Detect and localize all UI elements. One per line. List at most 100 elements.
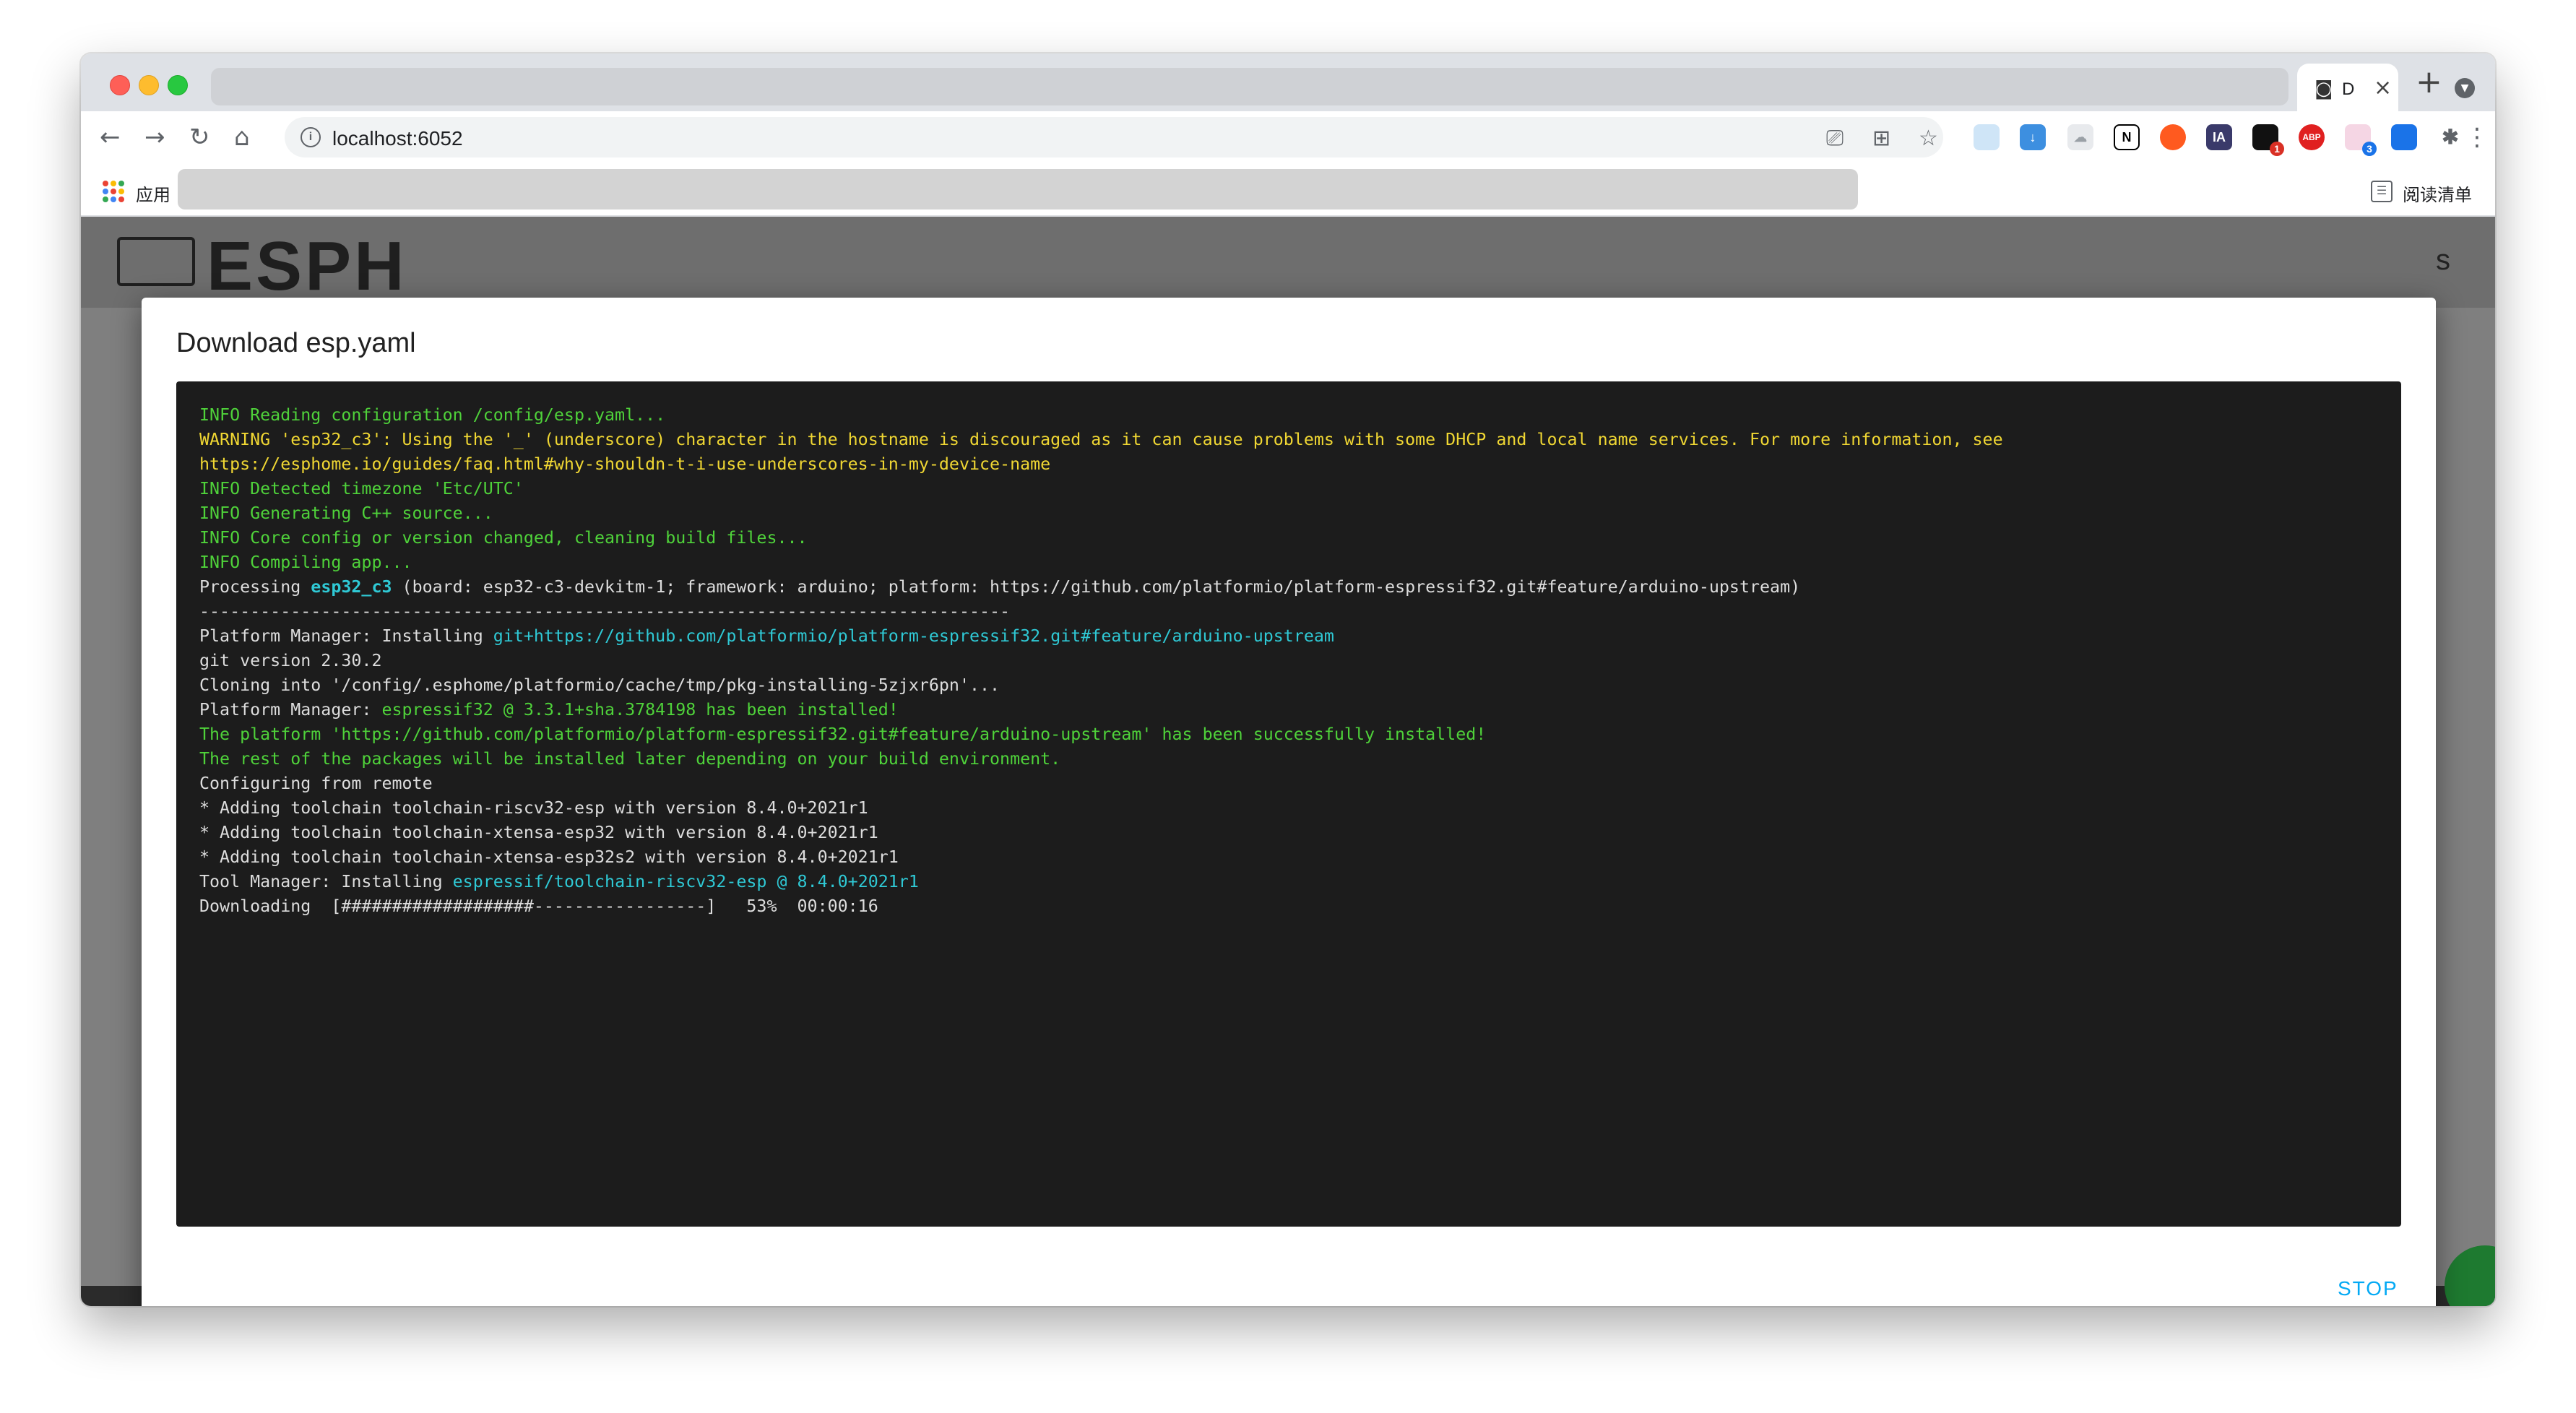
log-segment: Downloading [###################--------…	[199, 896, 878, 916]
log-line: INFO Compiling app...	[199, 550, 2401, 575]
log-segment: Platform Manager: Installing	[199, 626, 493, 646]
bookmarks-bar: 应用 ☰ 阅读清单	[81, 165, 2495, 217]
log-segment: * Adding toolchain toolchain-xtensa-esp3…	[199, 823, 878, 842]
esphome-logo-icon	[117, 237, 195, 286]
log-segment: INFO Reading configuration /config/esp.y…	[199, 405, 666, 425]
tab-audio-icon: ◙	[2314, 78, 2333, 100]
site-info-icon[interactable]: i	[301, 127, 321, 147]
log-segment: Tool Manager: Installing	[199, 872, 453, 891]
log-line: Configuring from remote	[199, 772, 2401, 796]
log-segment: INFO Core config or version changed, cle…	[199, 528, 808, 548]
download-dialog: Download esp.yaml INFO Reading configura…	[142, 298, 2436, 1306]
reload-icon[interactable]: ↻	[189, 121, 210, 153]
log-segment: git version 2.30.2	[199, 651, 382, 670]
log-line: INFO Detected timezone 'Etc/UTC'	[199, 477, 2401, 501]
header-right-text[interactable]: s	[2436, 244, 2450, 277]
app-header: ESPH s	[81, 217, 2495, 308]
fullscreen-window-button[interactable]	[168, 75, 188, 95]
log-line: Cloning into '/config/.esphome/platformi…	[199, 673, 2401, 698]
log-segment: (board: esp32-c3-devkitm-1; framework: a…	[392, 577, 1801, 597]
log-segment: * Adding toolchain toolchain-riscv32-esp…	[199, 798, 868, 818]
log-line: WARNING 'esp32_c3': Using the '_' (under…	[199, 428, 2401, 452]
log-segment: espressif32 @ 3.3.1+sha.3784198 has been…	[381, 700, 899, 720]
extension-blue-icon[interactable]	[2391, 124, 2417, 150]
log-segment: https://esphome.io/guides/faq.html#why-s…	[199, 454, 1051, 474]
log-line: ----------------------------------------…	[199, 600, 2401, 624]
log-line: The rest of the packages will be install…	[199, 747, 2401, 772]
extension-cat-icon[interactable]: 3	[2345, 124, 2377, 156]
tab-close-icon[interactable]: ×	[2374, 75, 2392, 100]
bookmark-star-icon[interactable]: ☆	[1919, 126, 1938, 151]
log-segment: espressif/toolchain-riscv32-esp @ 8.4.0+…	[452, 872, 919, 891]
log-segment: Platform Manager:	[199, 700, 382, 720]
tab-search-icon[interactable]: ▼	[2455, 78, 2475, 98]
tab-active[interactable]: ◙ D ×	[2297, 64, 2398, 111]
log-segment: Processing	[199, 577, 311, 597]
log-line: https://esphome.io/guides/faq.html#why-s…	[199, 452, 2401, 477]
new-tab-button[interactable]: +	[2416, 66, 2442, 98]
log-line: Processing esp32_c3 (board: esp32-c3-dev…	[199, 575, 2401, 600]
address-bar[interactable]: i localhost:6052 ⎚ ⊞ ☆	[285, 117, 1943, 157]
forward-arrow-icon[interactable]: →	[144, 121, 165, 153]
blurred-bookmarks	[178, 169, 1858, 209]
extension-orange-icon[interactable]	[2160, 124, 2186, 150]
reading-list-label[interactable]: 阅读清单	[2403, 181, 2472, 206]
log-line: Downloading [###################--------…	[199, 894, 2401, 919]
close-window-button[interactable]	[110, 75, 130, 95]
log-line: * Adding toolchain toolchain-xtensa-esp3…	[199, 845, 2401, 870]
log-segment: Cloning into '/config/.esphome/platformi…	[199, 675, 1000, 695]
extension-notion-icon[interactable]: N	[2114, 124, 2140, 150]
extension-download-icon[interactable]: ↓	[2020, 124, 2046, 150]
log-segment: * Adding toolchain toolchain-xtensa-esp3…	[199, 847, 899, 867]
dialog-title: Download esp.yaml	[176, 328, 416, 358]
url-text[interactable]: localhost:6052	[332, 127, 463, 150]
log-line: INFO Generating C++ source...	[199, 501, 2401, 526]
log-line: The platform 'https://github.com/platfor…	[199, 722, 2401, 747]
log-segment: ----------------------------------------…	[199, 602, 1011, 621]
home-icon[interactable]: ⌂	[234, 121, 250, 153]
log-segment: WARNING 'esp32_c3': Using the '_' (under…	[199, 430, 2003, 449]
log-line: git version 2.30.2	[199, 649, 2401, 673]
log-line: Platform Manager: Installing git+https:/…	[199, 624, 2401, 649]
stop-button[interactable]: STOP	[2338, 1277, 2398, 1300]
log-line: Platform Manager: espressif32 @ 3.3.1+sh…	[199, 698, 2401, 722]
extension-1-icon[interactable]	[1974, 124, 2000, 150]
log-segment: INFO Generating C++ source...	[199, 504, 493, 523]
tab-title: D	[2342, 79, 2355, 99]
minimize-window-button[interactable]	[139, 75, 159, 95]
qr-code-icon[interactable]: ⊞	[1872, 126, 1890, 151]
browser-toolbar: ← → ↻ ⌂ i localhost:6052 ⎚ ⊞ ☆ ↓ ☁ N IA …	[81, 111, 2495, 165]
log-segment: git+https://github.com/platformio/platfo…	[493, 626, 1334, 646]
log-segment: INFO Compiling app...	[199, 553, 412, 572]
log-segment: Configuring from remote	[199, 774, 433, 793]
back-arrow-icon[interactable]: ←	[100, 121, 121, 153]
reading-list-icon[interactable]: ☰	[2371, 181, 2393, 202]
log-line: INFO Reading configuration /config/esp.y…	[199, 403, 2401, 428]
extension-black-icon[interactable]: 1	[2252, 124, 2284, 156]
extension-cloud-icon[interactable]: ☁	[2067, 124, 2093, 150]
extensions-puzzle-icon[interactable]: ✱	[2437, 124, 2463, 150]
log-console: INFO Reading configuration /config/esp.y…	[176, 381, 2401, 1227]
apps-grid-icon[interactable]	[103, 181, 124, 202]
log-line: * Adding toolchain toolchain-riscv32-esp…	[199, 796, 2401, 821]
log-line: INFO Core config or version changed, cle…	[199, 526, 2401, 550]
apps-label[interactable]: 应用	[136, 181, 170, 206]
log-segment: The platform 'https://github.com/platfor…	[199, 725, 1487, 744]
browser-menu-icon[interactable]: ⋮	[2465, 124, 2489, 150]
log-line: Tool Manager: Installing espressif/toolc…	[199, 870, 2401, 894]
log-segment: INFO Detected timezone 'Etc/UTC'	[199, 479, 524, 498]
extension-badge: 1	[2270, 142, 2284, 156]
log-segment: esp32_c3	[311, 577, 392, 597]
blurred-tabs	[211, 68, 2288, 105]
cast-icon[interactable]: ⎚	[1826, 126, 1844, 151]
browser-window: ◙ D × + ▼ ← → ↻ ⌂ i localhost:6052 ⎚ ⊞ ☆…	[81, 53, 2495, 1306]
app-logo-text: ESPH	[207, 228, 407, 305]
page-content: ESPH s Download esp.yaml INFO Reading co…	[81, 217, 2495, 1306]
log-segment: The rest of the packages will be install…	[199, 749, 1061, 769]
extension-badge: 3	[2362, 142, 2377, 156]
tab-strip: ◙ D × + ▼	[81, 53, 2495, 111]
add-device-fab[interactable]	[2445, 1245, 2495, 1306]
extension-ia-icon[interactable]: IA	[2206, 124, 2232, 150]
extension-abp-icon[interactable]: ABP	[2299, 124, 2325, 150]
log-line: * Adding toolchain toolchain-xtensa-esp3…	[199, 821, 2401, 845]
